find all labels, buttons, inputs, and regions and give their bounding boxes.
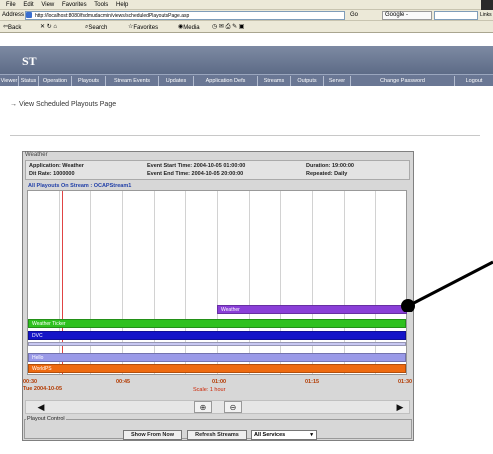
nav-updates[interactable]: Updates	[159, 76, 194, 86]
history-mail-print-icons[interactable]: ◷ ✉ ⎙ ✎ ▣	[212, 22, 244, 32]
breadcrumb: → View Scheduled Playouts Page	[10, 101, 116, 108]
gridline	[280, 191, 281, 374]
search-button[interactable]: ⌕ Search	[85, 22, 107, 32]
gridline	[90, 191, 91, 374]
event-info-box: Application: Weather Dit Rate: 1000000 E…	[25, 160, 410, 180]
chevron-down-icon: ▾	[310, 432, 313, 438]
playout-bar-dvc[interactable]: DVC	[28, 331, 406, 340]
bar-label: WorldPS	[32, 366, 52, 372]
gridline	[312, 191, 313, 374]
nav-change-password[interactable]: Change Password	[351, 76, 455, 86]
url-input[interactable]: http://localhost:8080/fsdmudacmin/views/…	[25, 11, 345, 20]
annotation-dot	[401, 299, 415, 312]
nav-viewer[interactable]: Viewer	[0, 76, 19, 86]
playout-control-legend: Playout Control	[26, 416, 66, 422]
playout-bar-worldps[interactable]: WorldPS	[28, 364, 406, 373]
app-logo: ST	[22, 54, 37, 68]
bar-label: Weather	[221, 307, 240, 313]
current-time-line	[62, 191, 63, 374]
divider	[10, 135, 480, 136]
playout-bar-weather-ticker[interactable]: Weather Ticker	[28, 319, 406, 328]
browser-menubar: File Edit View Favorites Tools Help	[0, 0, 493, 10]
favorites-button[interactable]: ☆ Favorites	[128, 22, 158, 32]
tick-label: 01:00	[212, 379, 227, 385]
stream-label: All Playouts On Stream : OCAPStream1	[28, 183, 132, 189]
menu-edit[interactable]: Edit	[23, 0, 33, 10]
duration-label: Duration: 19:00:00	[306, 163, 354, 169]
gridline	[185, 191, 186, 374]
nav-server[interactable]: Server	[324, 76, 351, 86]
nav-outputs[interactable]: Outputs	[291, 76, 324, 86]
address-label: Address	[2, 12, 25, 18]
page-banner	[0, 46, 493, 74]
main-nav: Viewer Status Operation Playouts Stream …	[0, 74, 493, 86]
gridline	[122, 191, 123, 374]
bar-label: Hello	[32, 355, 44, 361]
bar-label: DVC	[32, 333, 43, 339]
services-select[interactable]: All Services ▾	[251, 430, 317, 440]
dit-rate-label: Dit Rate: 1000000	[29, 171, 75, 177]
nav-logout[interactable]: Logout	[455, 76, 493, 86]
links-label[interactable]: Links	[480, 11, 492, 20]
date-label: Tue 2004-10-05	[23, 386, 63, 392]
tick-label: 00:30	[23, 379, 38, 385]
timeline-nav-row	[25, 400, 410, 414]
scroll-left-button[interactable]: ◀	[27, 402, 55, 412]
nav-stream-events[interactable]: Stream Events	[106, 76, 159, 86]
ie-page-icon	[26, 12, 32, 18]
event-start-time: Event Start Time: 2004-10-05 01:00:00	[147, 163, 246, 169]
browser-toolbar: ⇦ Back ✕ ↻ ⌂ ⌕ Search ☆ Favorites ◉ Medi…	[0, 21, 493, 33]
repeated-label: Repeated: Daily	[306, 171, 348, 177]
playout-bar-weather[interactable]: Weather	[217, 305, 407, 314]
go-button[interactable]: Go	[350, 11, 380, 20]
scale-label: Scale: 1 hour	[193, 387, 226, 393]
annotation-pointer	[401, 260, 493, 312]
annotation-line	[407, 260, 493, 308]
nav-application-defs[interactable]: Application Defs	[194, 76, 258, 86]
menu-tools[interactable]: Tools	[94, 0, 108, 10]
panel-title: Weather	[25, 152, 48, 158]
media-button[interactable]: ◉ Media	[178, 22, 200, 32]
bar-label: Weather Ticker	[32, 321, 66, 327]
gridline	[217, 191, 218, 374]
event-end-time: Event End Time: 2004-10-05 20:00:00	[147, 171, 244, 177]
stop-refresh-home-icons[interactable]: ✕ ↻ ⌂	[40, 22, 57, 32]
playout-bar-blank[interactable]	[28, 342, 406, 346]
windows-logo-icon	[481, 0, 493, 10]
nav-status[interactable]: Status	[19, 76, 39, 86]
back-button[interactable]: ⇦ Back	[3, 22, 21, 32]
zoom-out-icon[interactable]: ⊖	[224, 401, 242, 413]
tick-label: 00:45	[116, 379, 131, 385]
refresh-streams-button[interactable]: Refresh Streams	[187, 430, 247, 440]
scroll-right-button[interactable]: ▶	[386, 402, 414, 412]
nav-playouts[interactable]: Playouts	[72, 76, 106, 86]
breadcrumb-title[interactable]: View Scheduled Playouts Page	[19, 101, 116, 108]
nav-operation[interactable]: Operation	[39, 76, 72, 86]
gridline	[59, 191, 60, 374]
address-bar: Address http://localhost:8080/fsdmudacmi…	[0, 10, 493, 21]
application-label: Application: Weather	[29, 163, 84, 169]
arrow-right-icon: →	[10, 101, 19, 108]
zoom-in-icon[interactable]: ⊕	[194, 401, 212, 413]
google-search-input[interactable]	[434, 11, 478, 20]
gridline	[249, 191, 250, 374]
tick-label: 01:30	[398, 379, 413, 385]
menu-favorites[interactable]: Favorites	[62, 0, 87, 10]
menu-file[interactable]: File	[6, 0, 16, 10]
menu-view[interactable]: View	[41, 0, 54, 10]
gridline	[344, 191, 345, 374]
tick-label: 01:15	[305, 379, 320, 385]
google-toolbar-button[interactable]: Google -	[382, 11, 432, 20]
playout-timeline[interactable]: Weather Weather Ticker DVC Hello WorldPS	[27, 190, 407, 375]
menu-help[interactable]: Help	[116, 0, 128, 10]
gridline	[375, 191, 376, 374]
playout-bar-hello[interactable]: Hello	[28, 353, 406, 362]
services-select-value: All Services	[254, 432, 286, 438]
show-from-now-button[interactable]: Show From Now	[123, 430, 182, 440]
gridline	[154, 191, 155, 374]
nav-streams[interactable]: Streams	[258, 76, 291, 86]
